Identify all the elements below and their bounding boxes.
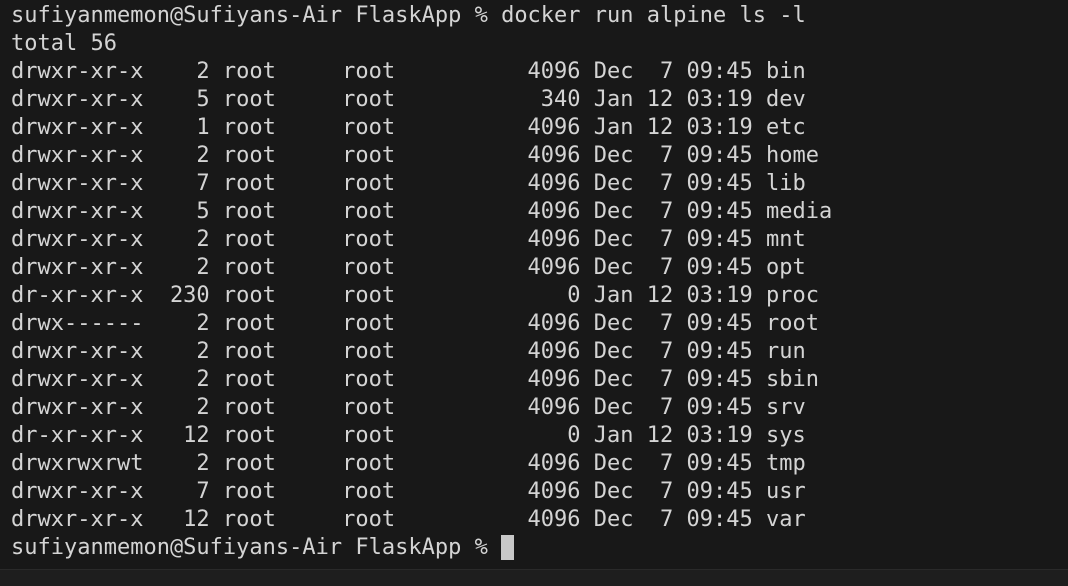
listing-row: drwxr-xr-x 2 root root 4096 Dec 7 09:45 … — [11, 339, 806, 364]
listing-row: dr-xr-xr-x 230 root root 0 Jan 12 03:19 … — [11, 283, 819, 308]
listing-row: drwxr-xr-x 1 root root 4096 Jan 12 03:19… — [11, 115, 806, 140]
prompt-line[interactable]: sufiyanmemon@Sufiyans-Air FlaskApp % — [11, 534, 1068, 562]
bottom-strip — [0, 569, 1068, 586]
listing-row: drwxrwxrwt 2 root root 4096 Dec 7 09:45 … — [11, 451, 806, 476]
listing-row: dr-xr-xr-x 12 root root 0 Jan 12 03:19 s… — [11, 423, 806, 448]
listing-row: drwxr-xr-x 2 root root 4096 Dec 7 09:45 … — [11, 227, 806, 252]
terminal-window[interactable]: sufiyanmemon@Sufiyans-Air FlaskApp % doc… — [0, 0, 1068, 586]
listing-row: drwxr-xr-x 2 root root 4096 Dec 7 09:45 … — [11, 395, 806, 420]
listing-row: drwxr-xr-x 7 root root 4096 Dec 7 09:45 … — [11, 171, 806, 196]
listing-row: drwxr-xr-x 2 root root 4096 Dec 7 09:45 … — [11, 255, 806, 280]
listing-row: drwxr-xr-x 5 root root 340 Jan 12 03:19 … — [11, 87, 806, 112]
listing-row: drwxr-xr-x 2 root root 4096 Dec 7 09:45 … — [11, 59, 806, 84]
command-line: sufiyanmemon@Sufiyans-Air FlaskApp % doc… — [11, 3, 806, 28]
listing-row: drwxr-xr-x 12 root root 4096 Dec 7 09:45… — [11, 507, 806, 532]
listing-row: drwx------ 2 root root 4096 Dec 7 09:45 … — [11, 311, 819, 336]
listing-row: drwxr-xr-x 2 root root 4096 Dec 7 09:45 … — [11, 143, 819, 168]
text-cursor — [501, 535, 515, 560]
listing-row: drwxr-xr-x 2 root root 4096 Dec 7 09:45 … — [11, 367, 819, 392]
total-line: total 56 — [11, 31, 117, 56]
directory-listing: drwxr-xr-x 2 root root 4096 Dec 7 09:45 … — [11, 58, 1068, 534]
prompt-text: sufiyanmemon@Sufiyans-Air FlaskApp % — [11, 535, 502, 560]
listing-row: drwxr-xr-x 5 root root 4096 Dec 7 09:45 … — [11, 199, 833, 224]
listing-row: drwxr-xr-x 7 root root 4096 Dec 7 09:45 … — [11, 479, 806, 504]
